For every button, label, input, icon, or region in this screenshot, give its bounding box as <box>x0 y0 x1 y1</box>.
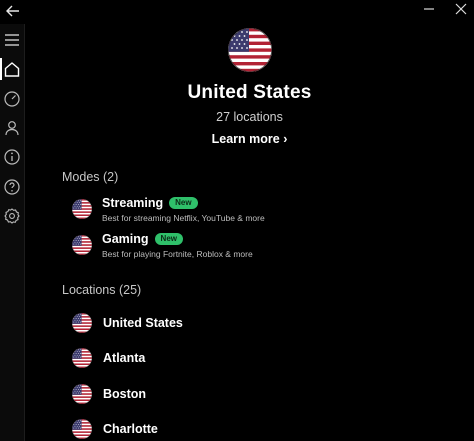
locations-section-label: Locations (25) <box>62 283 142 297</box>
mode-description: Best for streaming Netflix, YouTube & mo… <box>102 213 265 223</box>
new-badge: New <box>154 233 183 245</box>
country-title: United States <box>187 82 312 103</box>
us-flag-icon <box>72 199 92 219</box>
sidebar <box>0 24 25 441</box>
location-item-united-states[interactable]: United States <box>72 312 183 334</box>
location-name: Atlanta <box>103 351 146 365</box>
us-flag-icon <box>72 235 92 255</box>
location-item-boston[interactable]: Boston <box>72 383 146 405</box>
mode-item-gaming[interactable]: Gaming New Best for playing Fortnite, Ro… <box>72 232 253 266</box>
location-name: Boston <box>103 387 147 401</box>
help-icon[interactable] <box>3 178 21 196</box>
us-flag-icon <box>72 313 92 333</box>
info-icon[interactable] <box>3 148 21 166</box>
learn-more-link[interactable]: Learn more › <box>25 132 474 146</box>
settings-icon[interactable] <box>3 207 21 225</box>
country-header: United States 27 locations Learn more › <box>25 28 474 146</box>
back-arrow-icon[interactable] <box>4 2 22 20</box>
menu-icon[interactable] <box>3 31 21 49</box>
mode-name: Gaming <box>102 232 149 246</box>
location-name: Charlotte <box>103 422 158 436</box>
main-panel: United States 27 locations Learn more › … <box>25 0 474 441</box>
speed-icon[interactable] <box>3 90 21 108</box>
home-icon[interactable] <box>0 58 21 80</box>
mode-description: Best for playing Fortnite, Roblox & more <box>102 249 253 259</box>
us-flag-icon <box>72 419 92 439</box>
us-flag-icon <box>72 384 92 404</box>
us-flag-icon <box>228 28 272 72</box>
account-icon[interactable] <box>3 119 21 137</box>
us-flag-icon <box>72 348 92 368</box>
location-item-charlotte[interactable]: Charlotte <box>72 418 158 440</box>
locations-count: 27 locations <box>216 110 283 124</box>
location-name: United States <box>103 316 183 330</box>
modes-section-label: Modes (2) <box>62 170 119 184</box>
mode-name: Streaming <box>102 196 164 210</box>
mode-item-streaming[interactable]: Streaming New Best for streaming Netflix… <box>72 196 265 230</box>
location-item-atlanta[interactable]: Atlanta <box>72 347 145 369</box>
new-badge: New <box>169 197 198 209</box>
